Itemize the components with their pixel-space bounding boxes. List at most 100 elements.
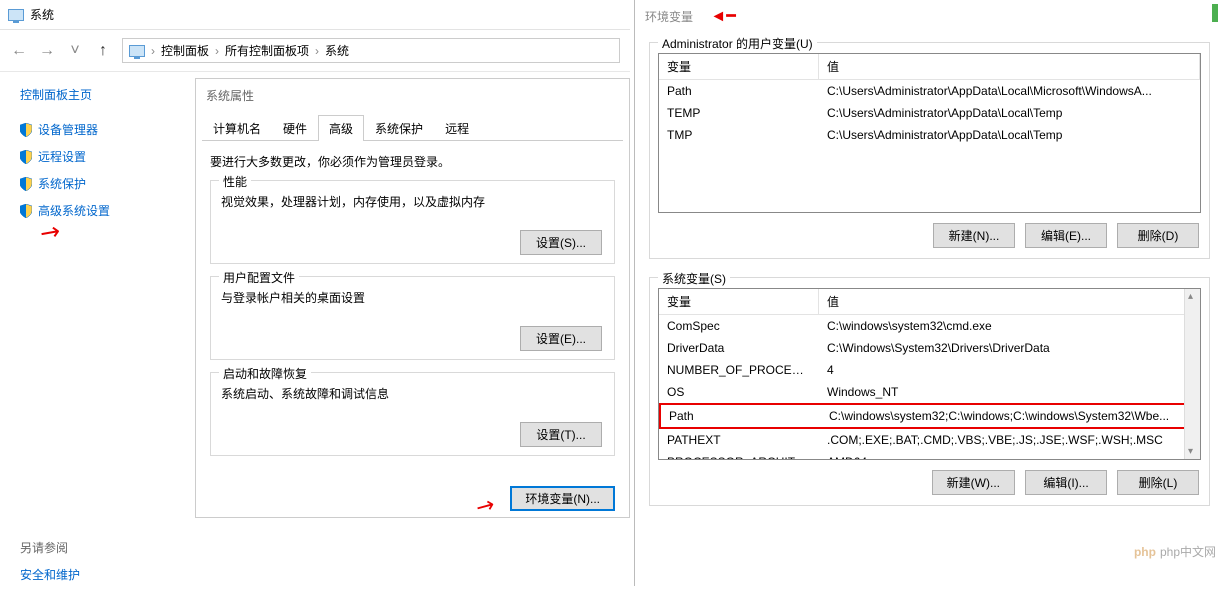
cell-value: 4 bbox=[819, 362, 1200, 378]
cell-variable: TEMP bbox=[659, 105, 819, 121]
cell-variable: PATHEXT bbox=[659, 432, 819, 448]
user-edit-button[interactable]: 编辑(E)... bbox=[1025, 223, 1107, 248]
user-variables-section: Administrator 的用户变量(U) 变量 值 PathC:\Users… bbox=[649, 42, 1210, 259]
group-legend: 性能 bbox=[219, 173, 251, 190]
back-button[interactable]: ← bbox=[10, 42, 28, 60]
table-header: 变量 值 bbox=[659, 289, 1200, 315]
sys-edit-button[interactable]: 编辑(I)... bbox=[1025, 470, 1107, 495]
decoration-bar bbox=[1212, 4, 1218, 22]
shield-icon bbox=[20, 204, 32, 218]
cell-variable: TMP bbox=[659, 127, 819, 143]
performance-group: 性能 视觉效果，处理器计划，内存使用，以及虚拟内存 设置(S)... bbox=[210, 180, 615, 264]
scrollbar[interactable] bbox=[1184, 289, 1200, 459]
cell-variable: DriverData bbox=[659, 340, 819, 356]
cell-value: .COM;.EXE;.BAT;.CMD;.VBS;.VBE;.JS;.JSE;.… bbox=[819, 432, 1200, 448]
cell-value: C:\windows\system32;C:\windows;C:\window… bbox=[821, 408, 1198, 424]
breadcrumb-item[interactable]: 系统 bbox=[325, 42, 349, 59]
cell-value: C:\Users\Administrator\AppData\Local\Tem… bbox=[819, 127, 1200, 143]
sidebar-item-label: 设备管理器 bbox=[38, 121, 98, 138]
table-header: 变量 值 bbox=[659, 54, 1200, 80]
dialog-title: 环境变量 ◄━ bbox=[635, 0, 1224, 32]
group-description: 视觉效果，处理器计划，内存使用，以及虚拟内存 bbox=[221, 187, 604, 226]
cell-value: C:\Users\Administrator\AppData\Local\Tem… bbox=[819, 105, 1200, 121]
sidebar: 控制面板主页 设备管理器 远程设置 系统保护 高级系统设置 另请参阅 安全和维护 bbox=[0, 72, 175, 593]
system-icon bbox=[129, 45, 145, 57]
table-row[interactable]: DriverDataC:\Windows\System32\Drivers\Dr… bbox=[659, 337, 1200, 359]
chevron-right-icon: › bbox=[315, 44, 319, 58]
cell-variable: Path bbox=[659, 83, 819, 99]
table-row[interactable]: PROCESSOR_ARCHITECT...AMD64 bbox=[659, 451, 1200, 460]
system-variables-table[interactable]: 变量 值 ComSpecC:\windows\system32\cmd.exeD… bbox=[658, 288, 1201, 460]
cell-value: C:\Windows\System32\Drivers\DriverData bbox=[819, 340, 1200, 356]
cell-variable: OS bbox=[659, 384, 819, 400]
group-description: 系统启动、系统故障和调试信息 bbox=[221, 379, 604, 418]
explorer-nav-bar: ← → ˅ ↑ › 控制面板 › 所有控制面板项 › 系统 bbox=[0, 30, 630, 72]
see-also-security-link[interactable]: 安全和维护 bbox=[20, 566, 165, 583]
user-variables-table[interactable]: 变量 值 PathC:\Users\Administrator\AppData\… bbox=[658, 53, 1201, 213]
performance-settings-button[interactable]: 设置(S)... bbox=[520, 230, 602, 255]
tab-computer-name[interactable]: 计算机名 bbox=[202, 115, 272, 141]
breadcrumb[interactable]: › 控制面板 › 所有控制面板项 › 系统 bbox=[122, 38, 620, 63]
shield-icon bbox=[20, 150, 32, 164]
recent-dropdown[interactable]: ˅ bbox=[66, 42, 84, 60]
up-button[interactable]: ↑ bbox=[94, 42, 112, 60]
group-legend: 启动和故障恢复 bbox=[219, 365, 311, 382]
cell-value: C:\Users\Administrator\AppData\Local\Mic… bbox=[819, 83, 1200, 99]
col-header-value[interactable]: 值 bbox=[819, 54, 1200, 79]
control-panel-home-link[interactable]: 控制面板主页 bbox=[20, 86, 165, 103]
table-row[interactable]: PATHEXT.COM;.EXE;.BAT;.CMD;.VBS;.VBE;.JS… bbox=[659, 429, 1200, 451]
dialog-title: 系统属性 bbox=[196, 79, 629, 114]
startup-settings-button[interactable]: 设置(T)... bbox=[520, 422, 602, 447]
system-variables-section: 系统变量(S) 变量 值 ComSpecC:\windows\system32\… bbox=[649, 277, 1210, 506]
tabstrip: 计算机名 硬件 高级 系统保护 远程 bbox=[202, 114, 623, 141]
breadcrumb-item[interactable]: 控制面板 bbox=[161, 42, 209, 59]
cell-value: C:\windows\system32\cmd.exe bbox=[819, 318, 1200, 334]
user-delete-button[interactable]: 删除(D) bbox=[1117, 223, 1199, 248]
cell-value: AMD64 bbox=[819, 454, 1200, 460]
col-header-value[interactable]: 值 bbox=[819, 289, 1200, 314]
sidebar-item-system-protection[interactable]: 系统保护 bbox=[20, 175, 165, 192]
shield-icon bbox=[20, 123, 32, 137]
cell-value: Windows_NT bbox=[819, 384, 1200, 400]
section-legend: Administrator 的用户变量(U) bbox=[658, 35, 817, 52]
sidebar-item-advanced-settings[interactable]: 高级系统设置 bbox=[20, 202, 165, 219]
user-new-button[interactable]: 新建(N)... bbox=[933, 223, 1015, 248]
sys-delete-button[interactable]: 删除(L) bbox=[1117, 470, 1199, 495]
table-row[interactable]: OSWindows_NT bbox=[659, 381, 1200, 403]
chevron-right-icon: › bbox=[215, 44, 219, 58]
system-icon bbox=[8, 9, 24, 21]
sidebar-item-label: 远程设置 bbox=[38, 148, 86, 165]
system-properties-dialog: 系统属性 计算机名 硬件 高级 系统保护 远程 要进行大多数更改，你必须作为管理… bbox=[195, 78, 630, 518]
annotation-arrow-icon: ◄━ bbox=[710, 8, 735, 25]
tab-hardware[interactable]: 硬件 bbox=[272, 115, 318, 141]
tab-system-protection[interactable]: 系统保护 bbox=[364, 115, 434, 141]
startup-recovery-group: 启动和故障恢复 系统启动、系统故障和调试信息 设置(T)... bbox=[210, 372, 615, 456]
environment-variables-button[interactable]: 环境变量(N)... bbox=[510, 486, 615, 511]
breadcrumb-item[interactable]: 所有控制面板项 bbox=[225, 42, 309, 59]
tab-remote[interactable]: 远程 bbox=[434, 115, 480, 141]
sidebar-item-device-manager[interactable]: 设备管理器 bbox=[20, 121, 165, 138]
window-titlebar: 系统 bbox=[0, 0, 630, 30]
table-row[interactable]: NUMBER_OF_PROCESSORS4 bbox=[659, 359, 1200, 381]
table-row[interactable]: TMPC:\Users\Administrator\AppData\Local\… bbox=[659, 124, 1200, 146]
window-title: 系统 bbox=[30, 6, 54, 23]
table-row[interactable]: TEMPC:\Users\Administrator\AppData\Local… bbox=[659, 102, 1200, 124]
user-profile-settings-button[interactable]: 设置(E)... bbox=[520, 326, 602, 351]
sys-new-button[interactable]: 新建(W)... bbox=[932, 470, 1015, 495]
sidebar-item-remote-settings[interactable]: 远程设置 bbox=[20, 148, 165, 165]
cell-variable: NUMBER_OF_PROCESSORS bbox=[659, 362, 819, 378]
col-header-variable[interactable]: 变量 bbox=[659, 54, 819, 79]
admin-note: 要进行大多数更改，你必须作为管理员登录。 bbox=[210, 153, 615, 170]
table-row[interactable]: PathC:\windows\system32;C:\windows;C:\wi… bbox=[659, 403, 1200, 429]
group-description: 与登录帐户相关的桌面设置 bbox=[221, 283, 604, 322]
col-header-variable[interactable]: 变量 bbox=[659, 289, 819, 314]
user-profile-group: 用户配置文件 与登录帐户相关的桌面设置 设置(E)... bbox=[210, 276, 615, 360]
chevron-right-icon: › bbox=[151, 44, 155, 58]
table-row[interactable]: PathC:\Users\Administrator\AppData\Local… bbox=[659, 80, 1200, 102]
tab-advanced[interactable]: 高级 bbox=[318, 115, 364, 141]
group-legend: 用户配置文件 bbox=[219, 269, 299, 286]
table-row[interactable]: ComSpecC:\windows\system32\cmd.exe bbox=[659, 315, 1200, 337]
see-also-heading: 另请参阅 bbox=[20, 539, 165, 556]
cell-variable: ComSpec bbox=[659, 318, 819, 334]
forward-button[interactable]: → bbox=[38, 42, 56, 60]
